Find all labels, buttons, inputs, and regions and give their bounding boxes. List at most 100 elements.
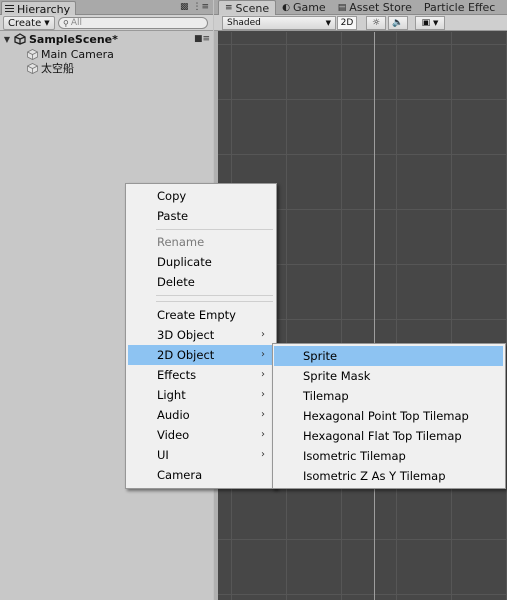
submenu-item-sprite[interactable]: Sprite — [274, 346, 503, 366]
menu-item-label: Create Empty — [157, 308, 236, 322]
scene-y-axis-line — [374, 32, 375, 600]
effects-dropdown[interactable]: ▣ ▼ — [415, 16, 445, 30]
menu-item-label: 2D Object — [157, 348, 215, 362]
gameobject-cube-icon — [27, 62, 38, 74]
menu-item-create-empty[interactable]: Create Empty — [128, 305, 274, 325]
menu-separator — [156, 229, 273, 230]
search-input[interactable] — [70, 18, 181, 28]
chevron-right-icon: › — [261, 449, 265, 460]
create-label: Create — [8, 17, 42, 29]
tab-asset-store[interactable]: ▤ Asset Store — [332, 0, 418, 15]
chevron-right-icon: › — [261, 349, 265, 360]
menu-item-label: Audio — [157, 408, 190, 422]
list-icon — [5, 5, 14, 13]
submenu-item-sprite-mask[interactable]: Sprite Mask — [274, 366, 503, 386]
menu-item-label: Rename — [157, 235, 205, 249]
expand-arrow-icon[interactable]: ▼ — [2, 35, 12, 44]
submenu-item-label: Isometric Z As Y Tilemap — [303, 469, 446, 483]
menu-separator — [156, 301, 273, 302]
hash-icon: ≡ — [225, 3, 233, 13]
speaker-icon: 🔈 — [392, 18, 404, 28]
menu-item-label: Delete — [157, 275, 195, 289]
menu-item-label: 3D Object — [157, 328, 215, 342]
menu-item-paste[interactable]: Paste — [128, 206, 274, 226]
menu-separator — [156, 295, 273, 296]
shading-mode-value: Shaded — [227, 18, 261, 28]
chevron-right-icon: › — [261, 369, 265, 380]
scene-name: SampleScene* — [29, 32, 118, 46]
shading-mode-dropdown[interactable]: Shaded ▼ — [222, 16, 336, 30]
menu-item-ui[interactable]: UI › — [128, 445, 274, 465]
tab-asset-store-label: Asset Store — [349, 1, 412, 14]
submenu-item-label: Hexagonal Flat Top Tilemap — [303, 429, 462, 443]
menu-item-delete[interactable]: Delete — [128, 272, 274, 292]
context-menu: Copy Paste Rename Duplicate Delete Creat… — [125, 183, 277, 489]
menu-item-video[interactable]: Video › — [128, 425, 274, 445]
dropdown-arrow-icon: ▼ — [44, 18, 50, 27]
scene-root-row[interactable]: ▼ SampleScene* ■≡ — [0, 31, 213, 47]
tab-controls: ▩ ⋮≡ — [180, 2, 209, 12]
submenu-item-isometric-tilemap[interactable]: Isometric Tilemap — [274, 446, 503, 466]
submenu-item-label: Sprite Mask — [303, 369, 371, 383]
tab-game-label: Game — [292, 1, 326, 14]
hierarchy-tabstrip: Hierarchy ▩ ⋮≡ — [0, 0, 213, 16]
tab-hierarchy[interactable]: Hierarchy — [1, 1, 77, 16]
menu-dots-icon[interactable]: ⋮≡ — [192, 2, 209, 12]
submenu-item-label: Hexagonal Point Top Tilemap — [303, 409, 469, 423]
search-icon: ⚲ — [63, 18, 69, 28]
submenu-item-label: Isometric Tilemap — [303, 449, 406, 463]
tab-game[interactable]: ◐ Game — [276, 0, 332, 15]
bag-icon: ▤ — [337, 2, 347, 13]
hierarchy-item-label: Main Camera — [41, 47, 114, 61]
chevron-right-icon: › — [261, 329, 265, 340]
menu-item-rename: Rename — [128, 232, 274, 252]
mode-2d-label: 2D — [340, 18, 354, 28]
mode-2d-toggle[interactable]: 2D — [337, 16, 357, 30]
menu-item-light[interactable]: Light › — [128, 385, 274, 405]
gameobject-cube-icon — [27, 48, 38, 60]
submenu-item-hex-point-top-tilemap[interactable]: Hexagonal Point Top Tilemap — [274, 406, 503, 426]
submenu-item-hex-flat-top-tilemap[interactable]: Hexagonal Flat Top Tilemap — [274, 426, 503, 446]
create-dropdown-button[interactable]: Create ▼ — [3, 16, 55, 30]
menu-item-label: Duplicate — [157, 255, 212, 269]
tab-scene-label: Scene — [235, 1, 270, 15]
tab-particle-effect[interactable]: Particle Effec — [418, 0, 501, 15]
menu-item-label: Effects — [157, 368, 197, 382]
menu-item-audio[interactable]: Audio › — [128, 405, 274, 425]
hierarchy-toolbar: Create ▼ ⚲ — [0, 15, 213, 31]
hierarchy-item-label: 太空船 — [41, 62, 74, 75]
audio-toggle[interactable]: 🔈 — [388, 16, 408, 30]
tab-hierarchy-label: Hierarchy — [17, 2, 71, 16]
submenu-item-tilemap[interactable]: Tilemap — [274, 386, 503, 406]
unity-logo-icon — [14, 33, 26, 45]
menu-item-3d-object[interactable]: 3D Object › — [128, 325, 274, 345]
submenu-item-isometric-z-as-y-tilemap[interactable]: Isometric Z As Y Tilemap — [274, 466, 503, 486]
tab-scene[interactable]: ≡ Scene — [218, 0, 277, 15]
submenu-item-label: Tilemap — [303, 389, 349, 403]
menu-item-label: Camera — [157, 468, 203, 482]
menu-item-label: Video — [157, 428, 190, 442]
search-field[interactable]: ⚲ — [58, 17, 208, 29]
dropdown-arrow-icon: ▼ — [325, 19, 331, 27]
menu-item-2d-object[interactable]: 2D Object › — [128, 345, 274, 365]
menu-item-label: UI — [157, 448, 169, 462]
hierarchy-item-main-camera[interactable]: Main Camera — [27, 47, 114, 61]
menu-item-duplicate[interactable]: Duplicate — [128, 252, 274, 272]
lighting-toggle[interactable]: ☼ — [366, 16, 386, 30]
image-icon: ▣ — [421, 18, 431, 28]
lock-icon[interactable]: ▩ — [180, 2, 189, 12]
pacman-icon: ◐ — [282, 2, 290, 13]
tab-particle-effect-label: Particle Effec — [423, 1, 496, 14]
menu-item-copy[interactable]: Copy — [128, 186, 274, 206]
menu-item-effects[interactable]: Effects › — [128, 365, 274, 385]
chevron-right-icon: › — [261, 389, 265, 400]
menu-item-label: Copy — [157, 189, 187, 203]
scene-options-icon[interactable]: ■≡ — [194, 34, 210, 44]
menu-item-label: Paste — [157, 209, 189, 223]
sun-icon: ☼ — [371, 18, 381, 28]
scene-tabstrip: ≡ Scene ◐ Game ▤ Asset Store Particle Ef… — [214, 0, 507, 15]
submenu-2d-object: Sprite Sprite Mask Tilemap Hexagonal Poi… — [272, 343, 506, 489]
menu-item-camera[interactable]: Camera — [128, 465, 274, 485]
chevron-right-icon: › — [261, 409, 265, 420]
hierarchy-item-spaceship[interactable]: 太空船 — [27, 61, 74, 75]
